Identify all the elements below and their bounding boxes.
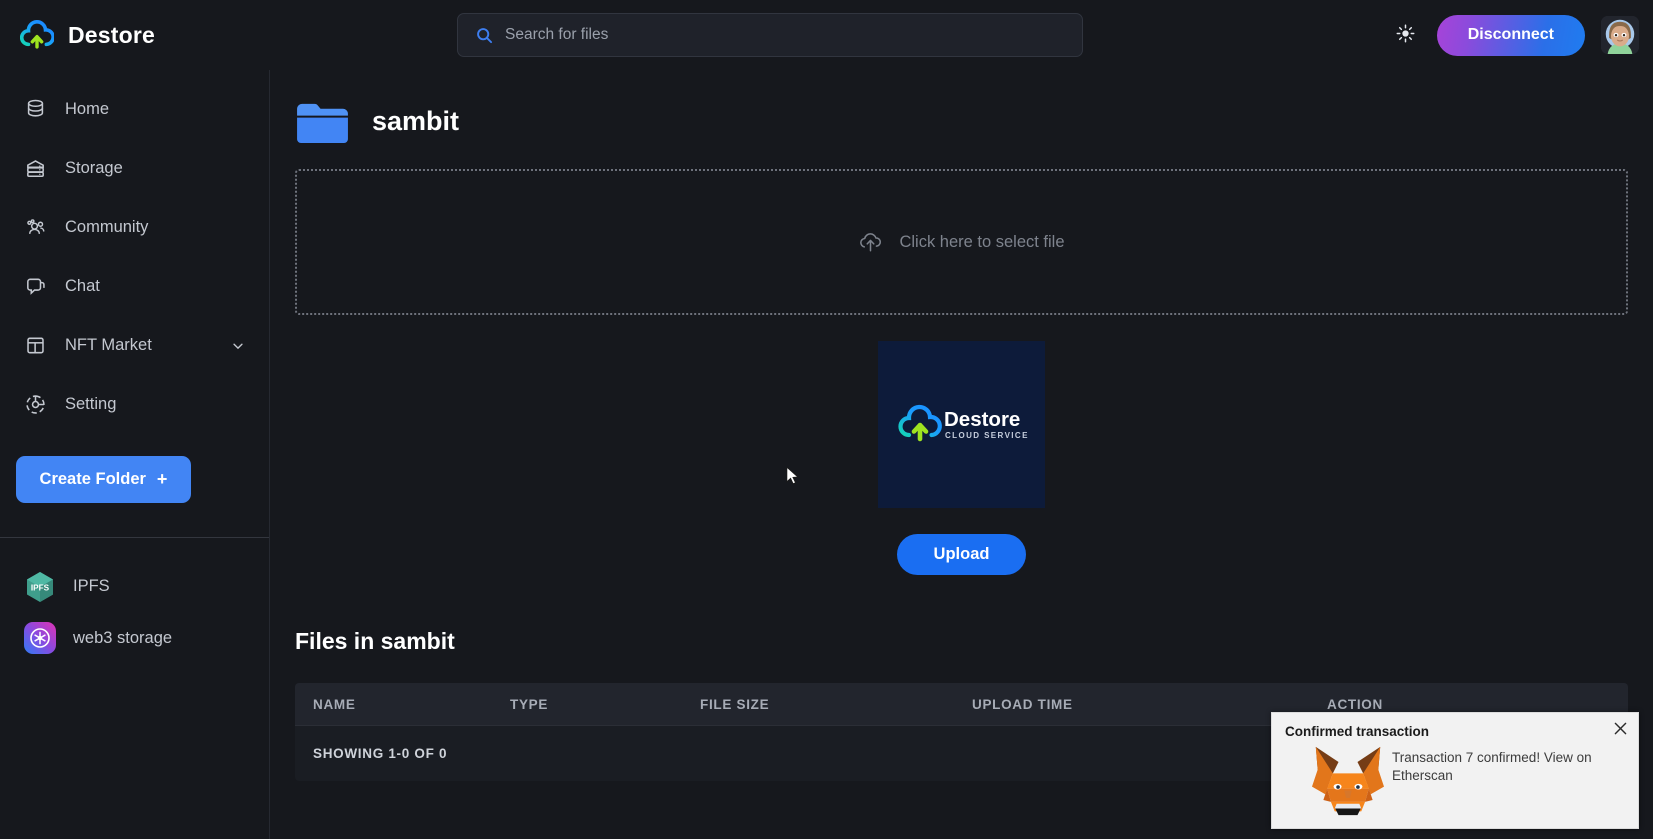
sidebar-item-setting[interactable]: Setting (0, 375, 269, 434)
column-header-file-size: FILE SIZE (700, 696, 770, 712)
cloud-upload-logo-icon (19, 20, 55, 50)
sun-icon (1395, 23, 1416, 47)
files-section-title: Files in sambit (295, 628, 455, 654)
web3-storage-icon (24, 622, 56, 654)
sidebar-item-label: Storage (65, 159, 123, 177)
column-header-action: ACTION (1327, 696, 1383, 712)
disconnect-button[interactable]: Disconnect (1436, 14, 1585, 56)
cloud-upload-icon (858, 230, 883, 255)
upload-button[interactable]: Upload (897, 534, 1026, 575)
column-header-upload-time: UPLOAD TIME (972, 696, 1073, 712)
svg-text:IPFS: IPFS (31, 584, 50, 593)
search-input[interactable] (505, 26, 1064, 44)
sidebar-nav: Home Storage Community Chat NFT Market S… (0, 70, 269, 434)
plus-icon: + (156, 469, 168, 489)
column-header-name: NAME (313, 696, 356, 712)
sidebar-item-home[interactable]: Home (0, 80, 269, 139)
sidebar-item-label: Setting (65, 395, 117, 413)
sidebar-item-chat[interactable]: Chat (0, 257, 269, 316)
upload-preview-area: Destore CLOUD SERVICE Upload (270, 341, 1653, 575)
folder-header: sambit (270, 70, 1653, 144)
notification-message: Transaction 7 confirmed! View on Ethersc… (1392, 750, 1592, 784)
dropzone-label: Click here to select file (899, 232, 1065, 251)
page-title: sambit (372, 106, 460, 136)
sidebar-item-community[interactable]: Community (0, 198, 269, 257)
storage-provider-label: IPFS (73, 576, 110, 595)
top-bar-actions: Disconnect (1391, 0, 1639, 70)
avatar[interactable] (1601, 16, 1639, 54)
ipfs-hexagon-icon: IPFS (24, 570, 56, 602)
preview-image: Destore CLOUD SERVICE (878, 341, 1045, 508)
sidebar-item-storage[interactable]: Storage (0, 139, 269, 198)
showing-count-label: SHOWING 1-0 OF 0 (313, 746, 448, 761)
layout-grid-icon (24, 334, 47, 357)
storage-provider-web3[interactable]: web3 storage (0, 612, 269, 664)
preview-logo-text: Destore (944, 408, 1020, 431)
create-folder-label: Create Folder (39, 470, 146, 488)
preview-logo-subtext: CLOUD SERVICE (945, 431, 1029, 440)
chat-bubble-icon (24, 275, 47, 298)
search-container (457, 13, 1083, 57)
mouse-cursor (786, 466, 803, 492)
storage-provider-label: web3 storage (73, 628, 173, 647)
column-header-type: TYPE (510, 696, 549, 712)
storage-provider-ipfs[interactable]: IPFS IPFS (0, 560, 269, 612)
sidebar-item-label: NFT Market (65, 336, 152, 354)
server-icon (24, 157, 47, 180)
top-bar: Destore Search for files Disconnect (0, 0, 1653, 70)
file-dropzone[interactable]: Click here to select file (295, 169, 1628, 315)
sidebar-item-label: Community (65, 218, 149, 236)
create-folder-container: Create Folder + (0, 434, 269, 503)
sidebar-item-label: Home (65, 100, 110, 118)
chevron-down-icon[interactable] (231, 339, 245, 353)
gear-icon (24, 393, 47, 416)
metamask-notification: Confirmed transaction Transaction 7 conf… (1271, 712, 1639, 829)
people-icon (24, 216, 47, 239)
storage-providers-list: IPFS IPFS web3 storage (0, 538, 269, 664)
search-box[interactable] (457, 13, 1083, 57)
search-icon (476, 27, 493, 44)
app-root: Destore Search for files Disconnect Home… (0, 0, 1653, 839)
folder-icon (295, 99, 350, 144)
close-icon[interactable] (1609, 717, 1631, 739)
notification-title: Confirmed transaction (1285, 724, 1430, 739)
sidebar: Home Storage Community Chat NFT Market S… (0, 70, 270, 839)
metamask-fox-icon (1310, 745, 1386, 817)
brand[interactable]: Destore (0, 0, 270, 70)
create-folder-button[interactable]: Create Folder + (16, 456, 191, 503)
sidebar-item-nft-market[interactable]: NFT Market (0, 316, 269, 375)
database-icon (24, 98, 47, 121)
sidebar-item-label: Chat (65, 277, 100, 295)
brand-name: Destore (68, 21, 156, 48)
theme-toggle-button[interactable] (1391, 20, 1421, 50)
